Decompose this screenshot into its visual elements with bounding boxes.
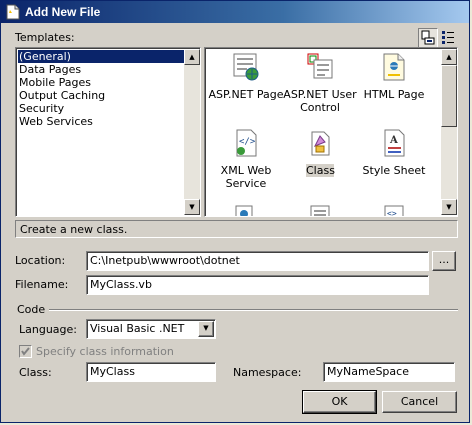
- window-title: Add New File: [25, 5, 101, 19]
- template-label: XML Web Service: [220, 164, 272, 190]
- template-class[interactable]: Class: [279, 128, 361, 188]
- template-label: Style Sheet: [362, 164, 426, 177]
- description-bar: Create a new class.: [15, 220, 458, 238]
- template-html-page[interactable]: HTML Page: [353, 52, 435, 112]
- language-select[interactable]: Visual Basic .NET: [86, 319, 216, 339]
- template-xml-web-service[interactable]: </> XML Web Service: [205, 128, 287, 190]
- code-group-label: Code: [17, 303, 46, 316]
- category-output-caching[interactable]: Output Caching: [18, 89, 105, 102]
- category-web-services[interactable]: Web Services: [18, 115, 93, 128]
- class-icon: [311, 131, 330, 156]
- scroll-down-button[interactable]: ▼: [441, 199, 457, 215]
- style-sheet-icon: A: [384, 129, 405, 157]
- xml-web-service-icon: </>: [236, 129, 257, 157]
- large-icons-view-button[interactable]: [418, 28, 438, 48]
- namespace-input[interactable]: MyNameSpace: [323, 362, 455, 382]
- template-label: Class: [306, 164, 335, 177]
- specify-class-checkbox[interactable]: [19, 345, 32, 358]
- scroll-up-button[interactable]: ▲: [441, 49, 457, 65]
- text-file-icon: [310, 205, 330, 216]
- svg-text:A: A: [389, 135, 398, 146]
- namespace-label: Namespace:: [233, 366, 302, 379]
- user-control-icon: [307, 53, 333, 79]
- html-page-icon: [383, 53, 405, 81]
- title-bar[interactable]: Add New File: [1, 1, 469, 23]
- list-view-button[interactable]: [439, 28, 459, 48]
- template-user-control[interactable]: ASP.NET User Control: [279, 52, 361, 114]
- language-dropdown-button[interactable]: ▼: [198, 321, 214, 337]
- class-label: Class:: [19, 366, 52, 379]
- location-label: Location:: [15, 254, 66, 267]
- web-form-icon: [235, 205, 253, 216]
- list-view-icon: [442, 31, 454, 44]
- large-icons-icon: [421, 30, 435, 45]
- language-label: Language:: [19, 323, 77, 336]
- class-input[interactable]: MyClass: [86, 362, 216, 382]
- template-label: ASP.NET User Control: [283, 88, 357, 114]
- ok-button[interactable]: OK: [302, 390, 377, 414]
- checkmark-icon: [21, 347, 30, 356]
- cancel-button[interactable]: Cancel: [382, 391, 457, 413]
- location-input[interactable]: C:\Inetpub\wwwroot\dotnet: [86, 251, 429, 271]
- templates-scrollbar[interactable]: ▲ ▼: [441, 49, 457, 215]
- code-group-divider: [49, 309, 458, 311]
- new-file-icon: [6, 4, 20, 20]
- language-value: Visual Basic .NET: [90, 322, 185, 335]
- xml-file-icon: <>: [384, 205, 404, 217]
- scroll-up-button[interactable]: ▲: [184, 49, 200, 65]
- browse-button[interactable]: ...: [432, 251, 456, 271]
- category-security[interactable]: Security: [18, 102, 64, 115]
- add-new-file-dialog: Add New File Templates: (General) Data P…: [0, 0, 470, 423]
- filename-input[interactable]: MyClass.vb: [86, 275, 429, 295]
- template-label: ASP.NET Page: [208, 88, 284, 101]
- category-mobile-pages[interactable]: Mobile Pages: [18, 76, 91, 89]
- template-label: HTML Page: [363, 88, 425, 101]
- svg-text:<>: <>: [387, 209, 397, 217]
- filename-label: Filename:: [15, 278, 69, 291]
- template-aspnet-page[interactable]: ASP.NET Page: [205, 52, 287, 112]
- scroll-down-button[interactable]: ▼: [184, 199, 200, 215]
- category-general[interactable]: (General): [18, 50, 185, 63]
- svg-text:</>: </>: [239, 137, 256, 147]
- aspnet-page-icon: [233, 53, 259, 81]
- template-style-sheet[interactable]: A Style Sheet: [353, 128, 435, 188]
- templates-view[interactable]: ASP.NET Page ASP.NET User Control HTML P…: [204, 47, 458, 217]
- scroll-thumb[interactable]: [441, 65, 457, 127]
- category-data-pages[interactable]: Data Pages: [18, 63, 81, 76]
- templates-label: Templates:: [15, 31, 75, 44]
- specify-class-label: Specify class information: [36, 345, 174, 358]
- categories-list[interactable]: (General) Data Pages Mobile Pages Output…: [15, 47, 201, 217]
- categories-scrollbar[interactable]: ▲ ▼: [184, 49, 200, 215]
